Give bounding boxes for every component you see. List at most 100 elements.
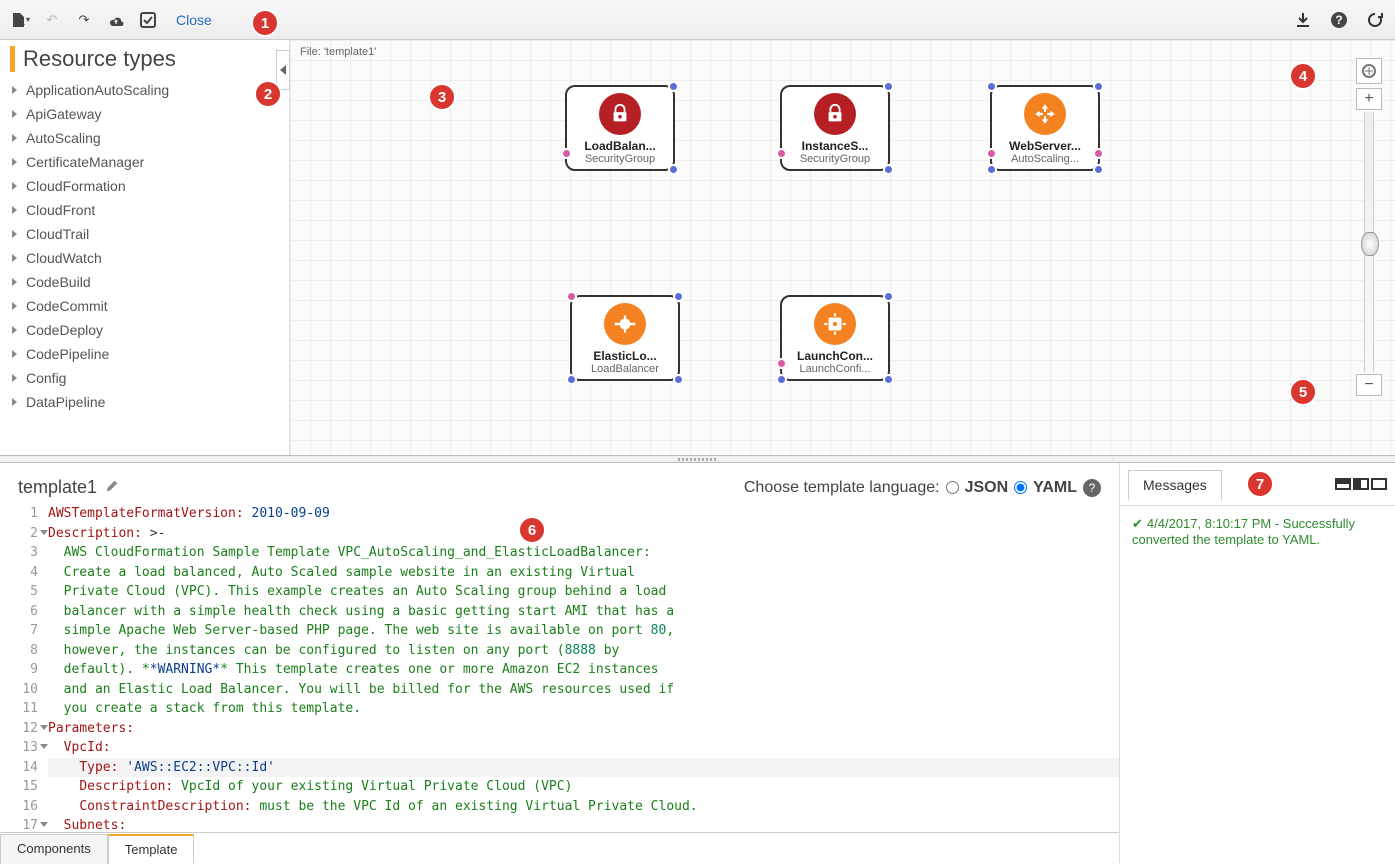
resource-type-item[interactable]: DataPipeline <box>10 390 289 414</box>
tab-components[interactable]: Components <box>0 834 108 864</box>
lang-yaml-radio[interactable] <box>1014 481 1027 494</box>
line-content[interactable]: ConstraintDescription: must be the VPC I… <box>48 797 1119 817</box>
lang-json-radio[interactable] <box>946 481 959 494</box>
zoom-thumb[interactable] <box>1361 232 1379 256</box>
line-content[interactable]: simple Apache Web Server-based PHP page.… <box>48 621 1119 641</box>
tab-template[interactable]: Template <box>108 834 195 864</box>
line-number: 8 <box>4 641 48 661</box>
edit-name-button[interactable] <box>105 479 119 496</box>
line-content[interactable]: Description: >- <box>48 524 1119 544</box>
code-line[interactable]: 6 balancer with a simple health check us… <box>4 602 1119 622</box>
resource-type-item[interactable]: CloudFront <box>10 198 289 222</box>
line-content[interactable]: balancer with a simple health check usin… <box>48 602 1119 622</box>
zoom-slider[interactable] <box>1364 112 1374 372</box>
validate-button[interactable] <box>136 8 160 32</box>
line-content[interactable]: Parameters: <box>48 719 1119 739</box>
refresh-button[interactable] <box>1363 8 1387 32</box>
line-content[interactable]: Create a load balanced, Auto Scaled samp… <box>48 563 1119 583</box>
redo-button[interactable]: ↷ <box>72 8 96 32</box>
resource-type-label: Config <box>26 370 66 386</box>
annotation-badge-5: 5 <box>1289 378 1317 406</box>
upload-button[interactable] <box>104 8 128 32</box>
zoom-fit-button[interactable] <box>1356 58 1382 84</box>
code-editor[interactable]: 1AWSTemplateFormatVersion: 2010-09-092De… <box>0 504 1119 832</box>
zoom-in-button[interactable]: + <box>1356 88 1382 110</box>
resource-type-item[interactable]: CodePipeline <box>10 342 289 366</box>
code-line[interactable]: 1AWSTemplateFormatVersion: 2010-09-09 <box>4 504 1119 524</box>
resource-type-label: CodeDeploy <box>26 322 103 338</box>
resource-type-item[interactable]: AutoScaling <box>10 126 289 150</box>
layout-option-3[interactable] <box>1371 478 1387 490</box>
download-button[interactable] <box>1291 8 1315 32</box>
code-line[interactable]: 17 Subnets: <box>4 816 1119 832</box>
code-line[interactable]: 4 Create a load balanced, Auto Scaled sa… <box>4 563 1119 583</box>
node-subtitle: SecurityGroup <box>784 153 886 165</box>
code-line[interactable]: 8 however, the instances can be configur… <box>4 641 1119 661</box>
resource-type-item[interactable]: CodeCommit <box>10 294 289 318</box>
code-line[interactable]: 11 you create a stack from this template… <box>4 699 1119 719</box>
designer-canvas[interactable]: File: 'template1' LoadBalan... <box>290 40 1395 455</box>
node-launch-config[interactable]: LaunchCon... LaunchConfi... <box>780 295 890 381</box>
resource-type-item[interactable]: ApiGateway <box>10 102 289 126</box>
line-content[interactable]: and an Elastic Load Balancer. You will b… <box>48 680 1119 700</box>
caret-right-icon <box>10 398 18 406</box>
line-content[interactable]: Subnets: <box>48 816 1119 832</box>
caret-right-icon <box>10 302 18 310</box>
code-line[interactable]: 13 VpcId: <box>4 738 1119 758</box>
node-instance-securitygroup[interactable]: InstanceS... SecurityGroup <box>780 85 890 171</box>
horizontal-splitter[interactable] <box>0 455 1395 463</box>
node-loadbalancer-securitygroup[interactable]: LoadBalan... SecurityGroup <box>565 85 675 171</box>
node-subtitle: LaunchConfi... <box>784 363 886 375</box>
line-number: 16 <box>4 797 48 817</box>
line-number: 5 <box>4 582 48 602</box>
resource-type-item[interactable]: CertificateManager <box>10 150 289 174</box>
resource-type-item[interactable]: CodeBuild <box>10 270 289 294</box>
code-line[interactable]: 14 Type: 'AWS::EC2::VPC::Id' <box>4 758 1119 778</box>
line-content[interactable]: Description: VpcId of your existing Virt… <box>48 777 1119 797</box>
undo-button[interactable]: ↶ <box>40 8 64 32</box>
resource-type-item[interactable]: ApplicationAutoScaling <box>10 78 289 102</box>
close-link[interactable]: Close <box>176 12 212 28</box>
loadbalancer-icon <box>604 303 646 345</box>
node-webserver-autoscaling[interactable]: WebServer... AutoScaling... <box>990 85 1100 171</box>
resource-type-item[interactable]: CloudTrail <box>10 222 289 246</box>
line-content[interactable]: however, the instances can be configured… <box>48 641 1119 661</box>
code-line[interactable]: 5 Private Cloud (VPC). This example crea… <box>4 582 1119 602</box>
svg-text:?: ? <box>1335 13 1342 27</box>
code-line[interactable]: 16 ConstraintDescription: must be the VP… <box>4 797 1119 817</box>
line-content[interactable]: VpcId: <box>48 738 1119 758</box>
resource-type-item[interactable]: CloudFormation <box>10 174 289 198</box>
zoom-out-button[interactable]: − <box>1356 374 1382 396</box>
resource-type-label: ApiGateway <box>26 106 101 122</box>
line-content[interactable]: Type: 'AWS::EC2::VPC::Id' <box>48 758 1119 778</box>
lock-icon <box>599 93 641 135</box>
resource-type-item[interactable]: CodeDeploy <box>10 318 289 342</box>
layout-option-2[interactable] <box>1353 478 1369 490</box>
code-line[interactable]: 2Description: >- <box>4 524 1119 544</box>
code-line[interactable]: 15 Description: VpcId of your existing V… <box>4 777 1119 797</box>
code-line[interactable]: 10 and an Elastic Load Balancer. You wil… <box>4 680 1119 700</box>
resource-type-item[interactable]: CloudWatch <box>10 246 289 270</box>
lang-help-icon[interactable]: ? <box>1083 479 1101 497</box>
resource-type-label: CodeCommit <box>26 298 108 314</box>
code-line[interactable]: 3 AWS CloudFormation Sample Template VPC… <box>4 543 1119 563</box>
line-content[interactable]: default). **WARNING** This template crea… <box>48 660 1119 680</box>
line-content[interactable]: Private Cloud (VPC). This example create… <box>48 582 1119 602</box>
file-menu-button[interactable]: ▾ <box>8 8 32 32</box>
help-button[interactable]: ? <box>1327 8 1351 32</box>
node-title: WebServer... <box>994 139 1096 153</box>
line-content[interactable]: you create a stack from this template. <box>48 699 1119 719</box>
code-line[interactable]: 12Parameters: <box>4 719 1119 739</box>
line-number: 2 <box>4 524 48 544</box>
tab-messages[interactable]: Messages <box>1128 470 1222 500</box>
resource-type-item[interactable]: Config <box>10 366 289 390</box>
layout-option-1[interactable] <box>1335 478 1351 490</box>
resource-type-list[interactable]: ApplicationAutoScaling ApiGateway AutoScal… <box>10 78 289 448</box>
line-content[interactable]: AWSTemplateFormatVersion: 2010-09-09 <box>48 504 1119 524</box>
code-line[interactable]: 9 default). **WARNING** This template cr… <box>4 660 1119 680</box>
code-line[interactable]: 7 simple Apache Web Server-based PHP pag… <box>4 621 1119 641</box>
line-content[interactable]: AWS CloudFormation Sample Template VPC_A… <box>48 543 1119 563</box>
node-elastic-loadbalancer[interactable]: ElasticLo... LoadBalancer <box>570 295 680 381</box>
lang-prompt: Choose template language: <box>744 479 940 497</box>
line-number: 7 <box>4 621 48 641</box>
